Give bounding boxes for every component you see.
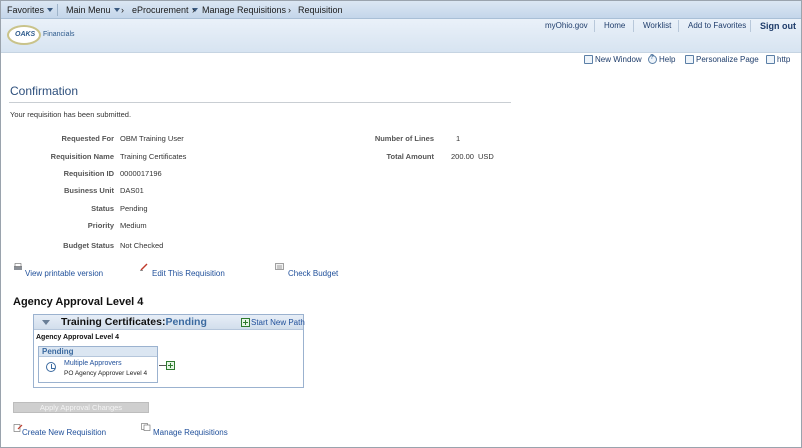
page-title: Confirmation <box>10 84 79 98</box>
top-navigation-bar: Favorites Main Menu › eProcurement › Man… <box>1 1 801 19</box>
http-link[interactable]: http <box>766 55 790 64</box>
approval-step-header: Pending <box>39 347 157 357</box>
personalize-icon <box>685 55 694 64</box>
total-amount-label: Total Amount <box>386 152 435 161</box>
approval-step-status: Pending <box>42 347 74 356</box>
header-divider <box>633 20 634 32</box>
business-unit-label: Business Unit <box>63 186 114 195</box>
number-of-lines-label: Number of Lines <box>374 134 434 143</box>
view-printable-version-link[interactable]: View printable version <box>25 269 103 278</box>
logo-subtitle: Financials <box>43 31 75 38</box>
clock-icon <box>46 362 56 372</box>
check-budget-link[interactable]: Check Budget <box>288 269 338 278</box>
nav-eprocurement[interactable]: eProcurement <box>132 5 198 15</box>
confirmation-message: Your requisition has been submitted. <box>10 110 132 119</box>
logo-text: OAKS <box>15 31 36 38</box>
new-window-icon <box>584 55 593 64</box>
header-divider <box>594 20 595 32</box>
approval-path-box: Training Certificates:Pending Start New … <box>33 314 305 388</box>
number-of-lines-value: 1 <box>456 134 461 143</box>
new-window-label: New Window <box>595 55 642 64</box>
approval-path-title: Training Certificates:Pending <box>61 316 207 328</box>
multiple-approvers-link[interactable]: Multiple Approvers <box>64 360 122 367</box>
requested-for-value: OBM Training User <box>120 134 184 143</box>
help-icon <box>648 54 657 64</box>
header-banner <box>1 19 801 53</box>
header-divider <box>750 20 751 32</box>
myohio-link[interactable]: myOhio.gov <box>545 21 588 30</box>
sign-out-link[interactable]: Sign out <box>760 21 796 31</box>
nav-divider <box>57 4 58 16</box>
edit-requisition-link[interactable]: Edit This Requisition <box>152 269 225 278</box>
manage-requisitions-icon <box>141 423 151 431</box>
total-amount-value: 200.00 <box>451 152 474 161</box>
add-to-favorites-link[interactable]: Add to Favorites <box>688 21 746 30</box>
nav-main-menu[interactable]: Main Menu <box>66 5 120 15</box>
approval-level-label: Agency Approval Level 4 <box>36 334 119 341</box>
approval-step-box: Pending Multiple Approvers PO Agency App… <box>38 346 158 383</box>
collapse-triangle-icon[interactable] <box>42 320 50 325</box>
step-connector-line <box>159 365 166 366</box>
budget-status-value: Not Checked <box>120 241 164 250</box>
status-label: Status <box>91 204 114 213</box>
add-path-icon[interactable] <box>241 318 250 327</box>
chevron-down-icon <box>47 8 54 12</box>
breadcrumb-separator: › <box>192 5 195 15</box>
nav-eprocurement-label: eProcurement <box>132 5 189 15</box>
create-new-requisition-link[interactable]: Create New Requisition <box>22 428 106 437</box>
approver-role: PO Agency Approver Level 4 <box>64 370 148 377</box>
title-divider <box>9 102 511 103</box>
oaks-logo: OAKS <box>7 25 41 45</box>
requisition-name-value: Training Certificates <box>120 152 187 161</box>
http-label: http <box>777 55 791 64</box>
approval-path-status: Pending <box>165 316 207 328</box>
add-approver-icon[interactable] <box>166 361 175 370</box>
help-link[interactable]: Help <box>648 54 676 64</box>
apply-approval-changes-button[interactable]: Apply Approval Changes <box>13 402 149 413</box>
nav-favorites[interactable]: Favorites <box>7 5 54 15</box>
nav-favorites-label: Favorites <box>7 5 45 15</box>
personalize-label: Personalize Page <box>696 55 759 64</box>
requested-for-label: Requested For <box>61 134 114 143</box>
nav-requisition[interactable]: Requisition <box>298 5 343 15</box>
start-new-path-link[interactable]: Start New Path <box>251 318 305 327</box>
approval-section-title: Agency Approval Level 4 <box>13 296 144 308</box>
worklist-link[interactable]: Worklist <box>643 21 671 30</box>
approval-path-name: Training Certificates: <box>61 316 166 328</box>
requisition-name-label: Requisition Name <box>50 152 114 161</box>
new-window-link[interactable]: New Window <box>584 55 642 64</box>
check-budget-icon <box>275 263 284 270</box>
http-icon <box>766 55 775 64</box>
header-divider <box>678 20 679 32</box>
requisition-id-label: Requisition ID <box>63 169 114 178</box>
priority-label: Priority <box>87 221 114 230</box>
chevron-down-icon <box>113 8 120 12</box>
approval-path-header: Training Certificates:Pending Start New … <box>34 315 305 330</box>
printer-icon <box>14 263 22 270</box>
nav-manage-requisitions[interactable]: Manage Requisitions <box>202 5 286 15</box>
nav-main-menu-label: Main Menu <box>66 5 111 15</box>
budget-status-label: Budget Status <box>63 241 114 250</box>
status-value: Pending <box>120 204 148 213</box>
breadcrumb-separator: › <box>121 5 124 15</box>
manage-requisitions-link[interactable]: Manage Requisitions <box>153 428 228 437</box>
requisition-id-value: 0000017196 <box>120 169 162 178</box>
personalize-page-link[interactable]: Personalize Page <box>685 55 759 64</box>
total-amount-currency: USD <box>478 152 494 161</box>
breadcrumb-separator: › <box>288 5 291 15</box>
business-unit-value: DAS01 <box>120 186 144 195</box>
edit-pencil-icon <box>140 263 148 271</box>
help-label: Help <box>659 55 676 64</box>
home-link[interactable]: Home <box>604 21 625 30</box>
priority-value: Medium <box>120 221 147 230</box>
